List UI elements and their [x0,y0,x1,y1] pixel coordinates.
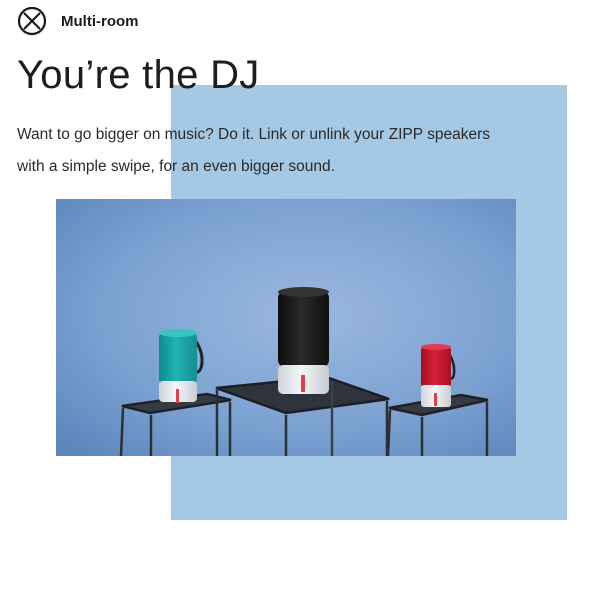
teal-speaker [159,329,204,403]
red-speaker [421,344,456,407]
body-text: Want to go bigger on music? Do it. Link … [17,126,490,175]
page-title: You’re the DJ [17,53,260,97]
black-speaker [278,287,329,394]
speakers-photo [56,199,516,456]
x-circle-icon [17,6,47,36]
label-row: Multi-room [17,6,138,36]
section-label: Multi-room [61,12,139,30]
